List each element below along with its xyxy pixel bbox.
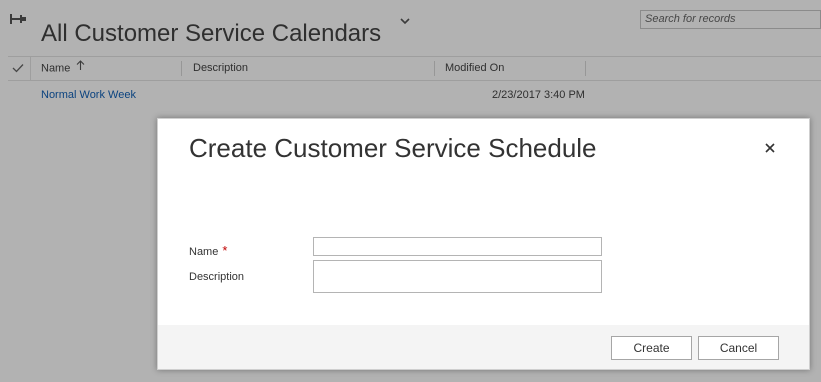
- cancel-button[interactable]: Cancel: [698, 336, 779, 360]
- create-button[interactable]: Create: [611, 336, 692, 360]
- create-schedule-dialog: Create Customer Service Schedule Name * D…: [157, 118, 810, 370]
- dialog-footer: Create Cancel: [158, 325, 809, 369]
- close-icon[interactable]: [763, 141, 777, 155]
- name-field-label: Name *: [189, 243, 227, 258]
- name-label-text: Name: [189, 246, 219, 258]
- name-field[interactable]: [313, 237, 602, 256]
- description-label-text: Description: [189, 271, 245, 283]
- description-field[interactable]: [313, 260, 602, 293]
- dialog-title: Create Customer Service Schedule: [189, 133, 597, 163]
- required-marker: *: [222, 243, 228, 258]
- description-field-label: Description: [189, 271, 244, 283]
